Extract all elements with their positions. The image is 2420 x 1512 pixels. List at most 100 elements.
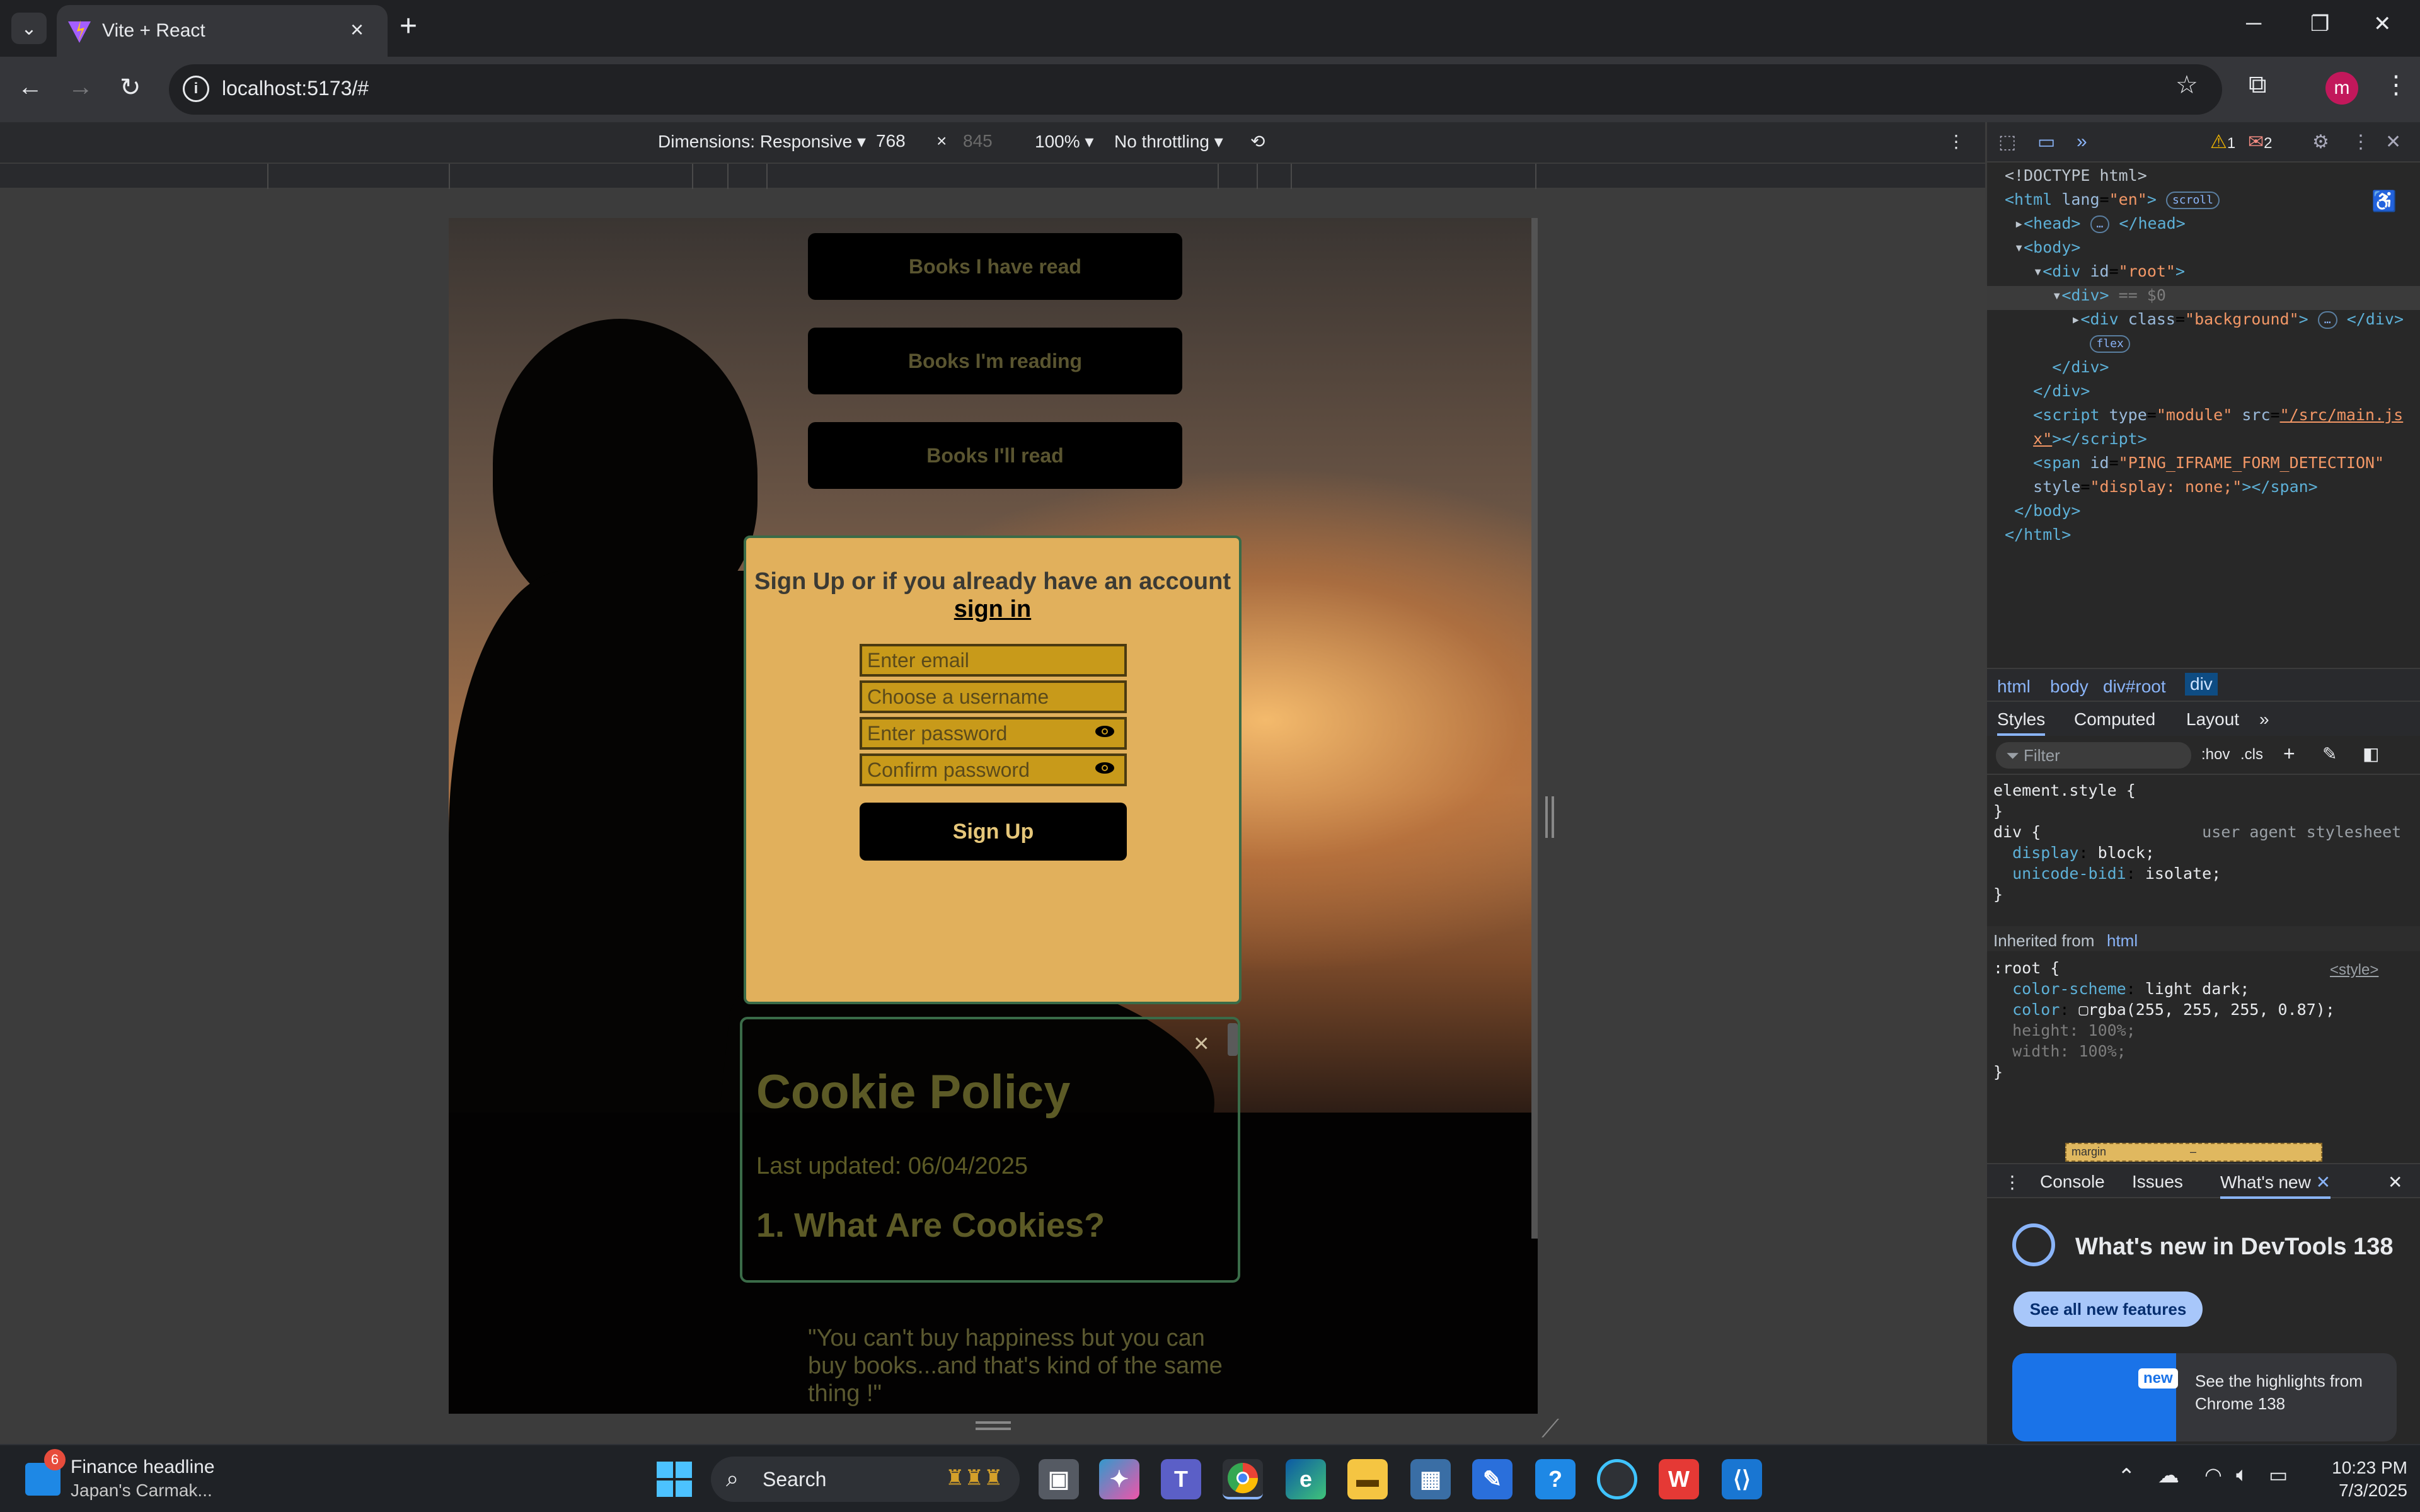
cookie-close-icon[interactable]: ×: [1194, 1028, 1209, 1058]
signup-button[interactable]: Sign Up: [860, 803, 1127, 861]
new-tab-button[interactable]: +: [400, 11, 417, 42]
password-field[interactable]: Enter password: [860, 717, 1127, 750]
dimensions-select[interactable]: Dimensions: Responsive ▾: [658, 131, 866, 152]
teams-icon[interactable]: T: [1161, 1459, 1201, 1499]
height-input[interactable]: 845: [963, 131, 993, 151]
accessibility-icon[interactable]: ♿: [2371, 189, 2397, 213]
books-reading-button[interactable]: Books I'm reading: [808, 328, 1182, 394]
cookie-scrollbar[interactable]: [1228, 1023, 1238, 1056]
tray-chevron-icon[interactable]: ⌃: [2118, 1464, 2136, 1489]
show-password-eye-icon[interactable]: [1094, 723, 1115, 740]
battery-icon[interactable]: ▭: [2269, 1463, 2288, 1487]
devtools-menu-icon[interactable]: ⋮: [2351, 131, 2370, 153]
news-subtitle[interactable]: Japan's Carmak...: [71, 1480, 212, 1501]
profile-avatar[interactable]: m: [2325, 72, 2358, 105]
devtools-close-icon[interactable]: ✕: [2385, 131, 2401, 153]
tab-layout[interactable]: Layout: [2186, 709, 2239, 730]
signin-link[interactable]: sign in: [746, 596, 1239, 623]
tab-search-chevron-icon[interactable]: ⌄: [11, 13, 47, 44]
omnibox[interactable]: i localhost:5173/#: [169, 64, 2222, 115]
viewport-height-handle[interactable]: [976, 1421, 1011, 1430]
wps-icon[interactable]: W: [1659, 1459, 1699, 1499]
help-icon[interactable]: ?: [1535, 1459, 1576, 1499]
paint-brush-icon[interactable]: ✎: [2322, 743, 2337, 764]
viewport-corner-resize-icon[interactable]: ⟋: [1541, 1415, 1559, 1443]
dom-tree[interactable]: <!DOCTYPE html> <html lang="en"> scroll …: [2005, 164, 2404, 547]
system-clock[interactable]: 10:23 PM 7/3/2025: [2319, 1457, 2407, 1502]
email-field[interactable]: Enter email: [860, 644, 1127, 677]
back-icon[interactable]: ←: [18, 73, 43, 101]
style-rules[interactable]: element.style { } div { user agent style…: [1993, 780, 2401, 905]
tab-whats-new[interactable]: What's new ✕: [2220, 1172, 2331, 1199]
device-toggle-icon[interactable]: ▭: [2037, 131, 2055, 153]
viewport-width-handle[interactable]: [1545, 796, 1554, 838]
volume-icon[interactable]: 🔈︎: [2236, 1463, 2248, 1487]
cls-toggle[interactable]: .cls: [2240, 746, 2263, 764]
box-model-margin[interactable]: margin –: [2065, 1143, 2322, 1162]
tab-close-icon[interactable]: ×: [350, 16, 364, 43]
paint-icon[interactable]: ✎: [1472, 1459, 1512, 1499]
copilot-icon[interactable]: ✦: [1099, 1459, 1139, 1499]
crumb-html[interactable]: html: [1997, 677, 2031, 697]
width-input[interactable]: 768: [876, 131, 906, 151]
restore-icon[interactable]: ❐: [2310, 11, 2329, 37]
drawer-menu-icon[interactable]: ⋮: [2003, 1172, 2021, 1193]
site-info-icon[interactable]: i: [183, 76, 209, 102]
reload-icon[interactable]: ↻: [120, 73, 141, 102]
edge-icon[interactable]: e: [1286, 1459, 1326, 1499]
highlights-card[interactable]: new See the highlights from Chrome 138: [2012, 1353, 2397, 1441]
root-style-rule[interactable]: :root { color-scheme: light dark; color:…: [1993, 958, 2335, 1082]
drawer-close-icon[interactable]: ✕: [2388, 1172, 2402, 1193]
chrome-menu-icon[interactable]: ⋮: [2383, 71, 2409, 100]
hov-toggle[interactable]: :hov: [2201, 746, 2230, 764]
news-title[interactable]: Finance headline: [71, 1457, 215, 1478]
throttling-select[interactable]: No throttling ▾: [1114, 131, 1223, 152]
device-toolbar-menu-icon[interactable]: ⋮: [1947, 131, 1965, 152]
wifi-icon[interactable]: ◠: [2204, 1463, 2222, 1487]
crumb-div[interactable]: div: [2185, 673, 2218, 696]
username-field[interactable]: Choose a username: [860, 680, 1127, 713]
books-will-read-button[interactable]: Books I'll read: [808, 422, 1182, 489]
task-view-icon[interactable]: ▣: [1039, 1459, 1079, 1499]
toggle-sidebar-icon[interactable]: ◧: [2363, 743, 2379, 764]
confirm-password-field[interactable]: Confirm password: [860, 753, 1127, 786]
style-source-link[interactable]: <style>: [2330, 961, 2378, 979]
windows-start-icon[interactable]: [655, 1460, 693, 1498]
see-all-features-button[interactable]: See all new features: [2014, 1292, 2203, 1327]
more-panels-icon[interactable]: »: [2077, 131, 2087, 152]
rotate-icon[interactable]: ⟲: [1250, 131, 1265, 152]
chrome-icon[interactable]: [1223, 1459, 1263, 1499]
zoom-select[interactable]: 100% ▾: [1035, 131, 1093, 152]
books-read-button[interactable]: Books I have read: [808, 233, 1182, 300]
forward-icon[interactable]: →: [68, 73, 93, 101]
media-query-ruler[interactable]: [0, 163, 1985, 189]
url-text[interactable]: localhost:5173/#: [222, 77, 369, 100]
extensions-icon[interactable]: ⧉: [2249, 71, 2267, 99]
ms-store-icon[interactable]: ▦: [1410, 1459, 1451, 1499]
file-explorer-icon[interactable]: ▬: [1347, 1459, 1388, 1499]
tab-issues[interactable]: Issues: [2132, 1172, 2183, 1192]
settings-gear-icon[interactable]: ⚙: [2312, 131, 2329, 153]
window-close-icon[interactable]: ✕: [2373, 11, 2392, 37]
more-tabs-icon[interactable]: »: [2259, 709, 2269, 730]
crumb-body[interactable]: body: [2050, 677, 2089, 697]
page-scrollbar[interactable]: [1531, 218, 1538, 1239]
styles-filter-input[interactable]: ⏷ Filter: [1996, 742, 2191, 769]
tab-console[interactable]: Console: [2040, 1172, 2105, 1192]
error-icon[interactable]: ✉2: [2248, 131, 2273, 153]
crumb-root[interactable]: div#root: [2103, 677, 2166, 697]
inherited-from-link[interactable]: html: [2107, 931, 2138, 951]
inspect-element-icon[interactable]: ⬚: [1998, 131, 2016, 153]
new-style-rule-icon[interactable]: +: [2283, 742, 2295, 765]
bookmark-star-icon[interactable]: ☆: [2175, 71, 2198, 100]
onedrive-icon[interactable]: ☁: [2158, 1463, 2179, 1488]
browser-tab[interactable]: Vite + React ×: [57, 5, 388, 57]
warning-icon[interactable]: ⚠1: [2210, 131, 2235, 153]
taskbar-search[interactable]: ⌕ Search ♜♜♜: [711, 1457, 1020, 1502]
tab-styles[interactable]: Styles: [1997, 709, 2046, 736]
show-confirm-eye-icon[interactable]: [1094, 760, 1115, 776]
tab-computed[interactable]: Computed: [2074, 709, 2155, 730]
cortana-icon[interactable]: [1597, 1459, 1637, 1499]
minimize-icon[interactable]: ─: [2246, 11, 2261, 36]
vscode-icon[interactable]: ⟨⟩: [1722, 1459, 1762, 1499]
